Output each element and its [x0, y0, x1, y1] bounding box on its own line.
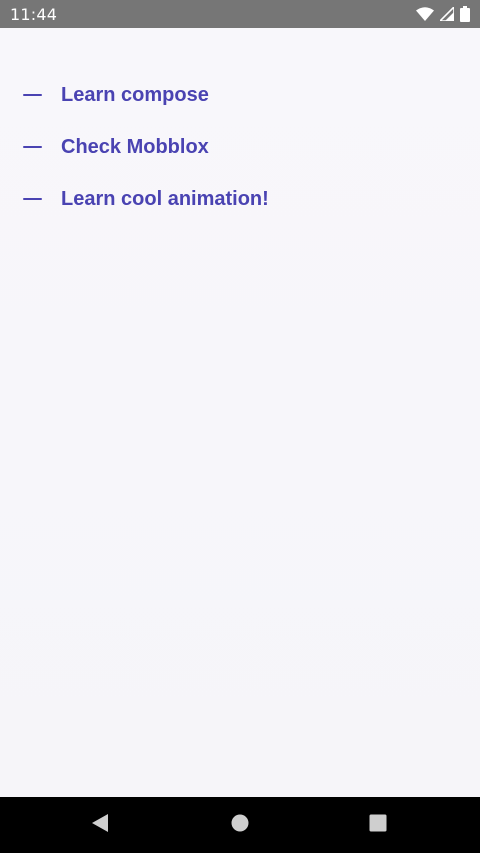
list-item[interactable]: Learn compose: [0, 69, 480, 121]
list-item[interactable]: Check Mobblox: [0, 121, 480, 173]
dash-icon: [23, 94, 42, 96]
todo-label: Check Mobblox: [61, 135, 209, 158]
navigation-bar: [0, 797, 480, 853]
back-icon: [90, 813, 110, 838]
todo-label: Learn compose: [61, 83, 209, 106]
status-time: 11:44: [10, 4, 58, 24]
battery-icon: [460, 6, 470, 22]
todo-label: Learn cool animation!: [61, 187, 269, 210]
status-bar: 11:44: [0, 0, 480, 28]
todo-list: Learn compose Check Mobblox Learn cool a…: [0, 28, 480, 225]
list-item[interactable]: Learn cool animation!: [0, 173, 480, 225]
signal-icon: [440, 7, 454, 21]
recents-button[interactable]: [368, 813, 388, 838]
back-button[interactable]: [90, 813, 110, 838]
recents-icon: [368, 813, 388, 838]
home-icon: [230, 813, 250, 838]
main-content: Learn compose Check Mobblox Learn cool a…: [0, 28, 480, 797]
home-button[interactable]: [230, 813, 250, 838]
dash-icon: [23, 146, 42, 148]
dash-icon: [23, 198, 42, 200]
status-icons: [416, 6, 470, 22]
wifi-icon: [416, 7, 434, 21]
